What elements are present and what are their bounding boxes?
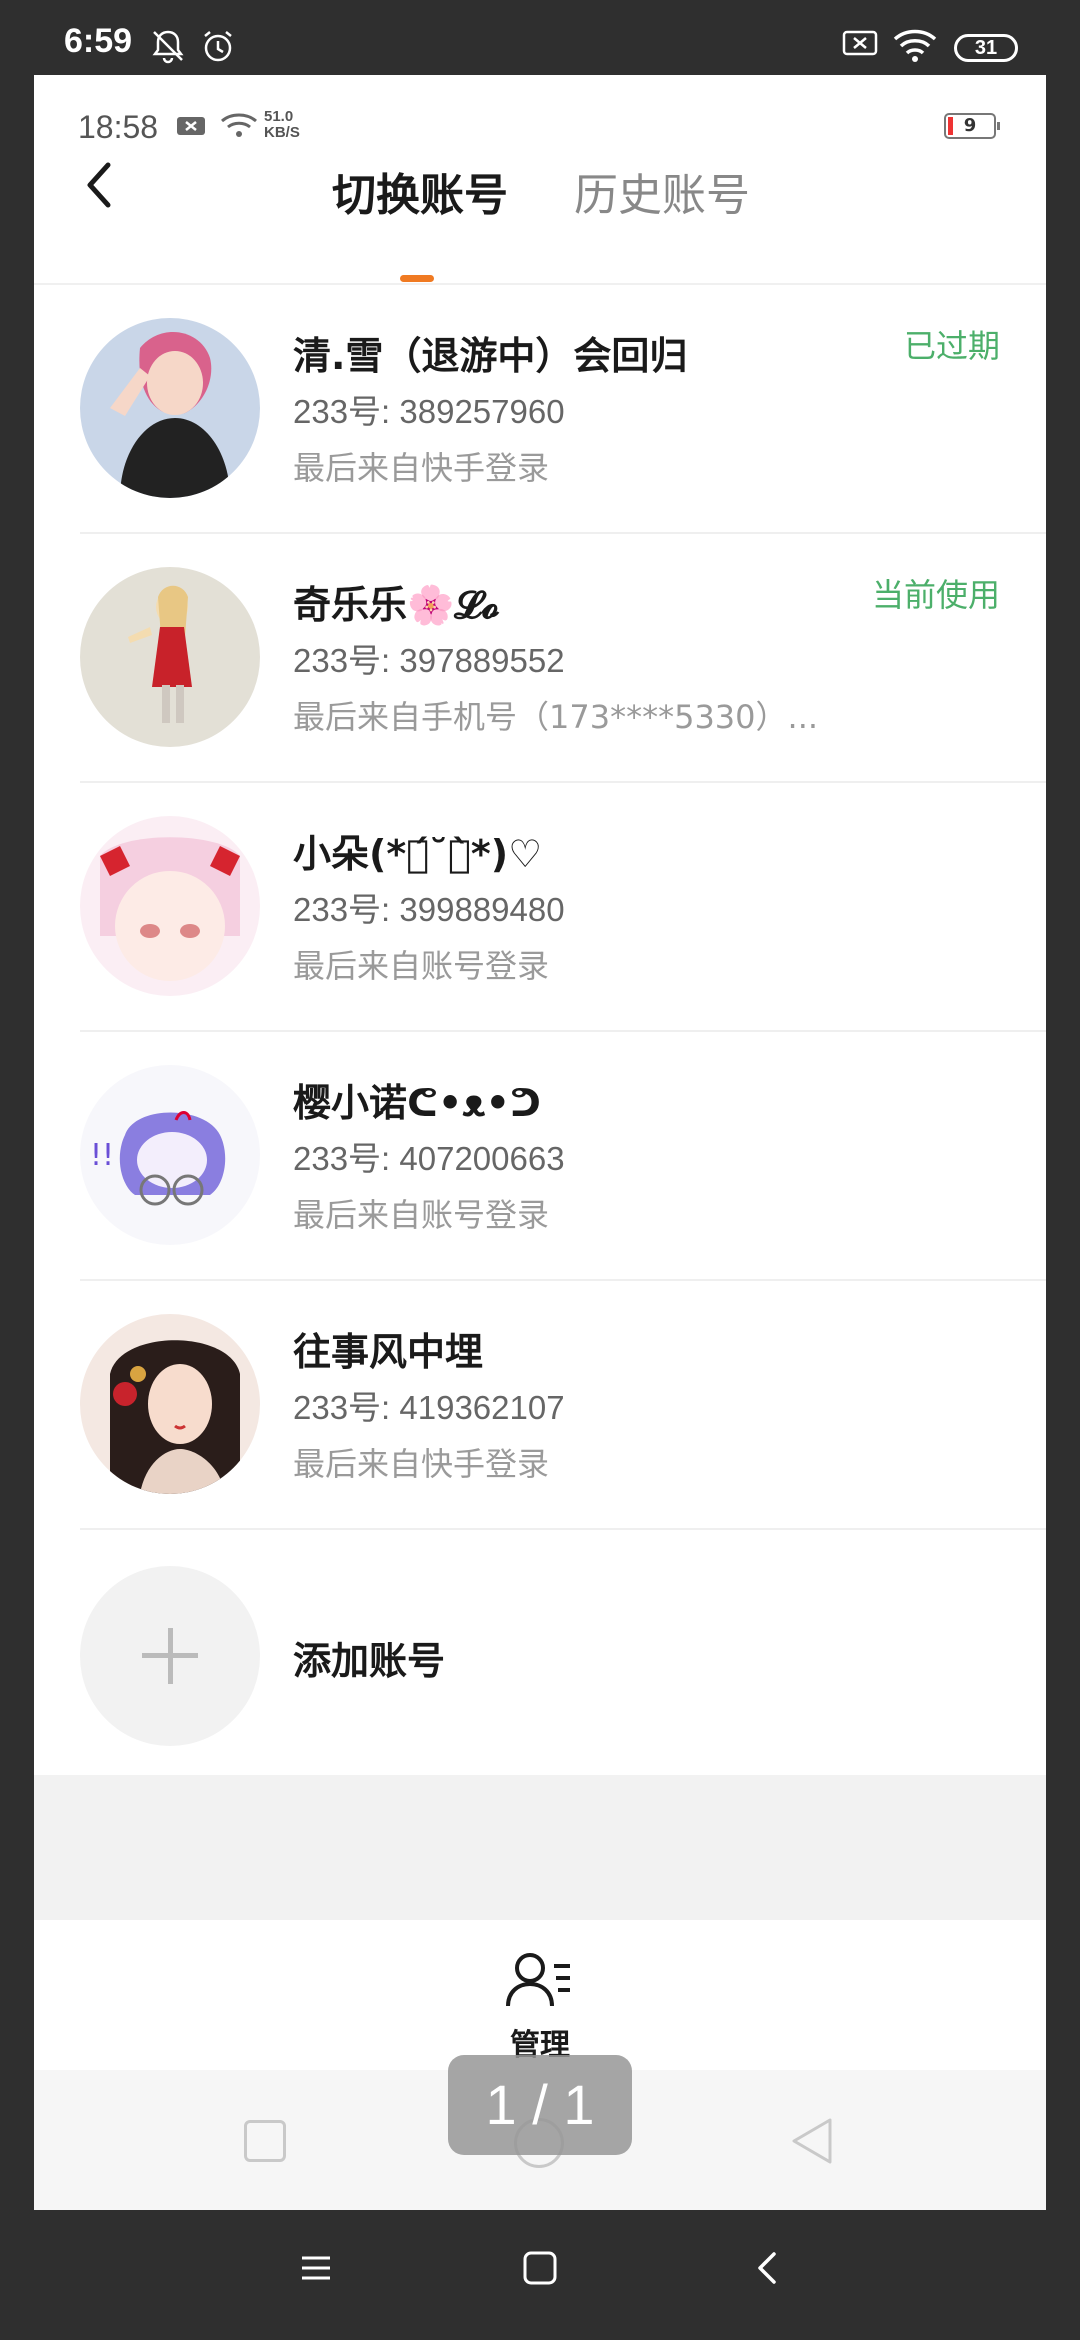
- account-login-source: 最后来自账号登录: [293, 1196, 550, 1234]
- spacer: [34, 1775, 1046, 1920]
- avatar: [80, 318, 260, 498]
- account-id: 233号: 397889552: [293, 642, 565, 679]
- tab-header: [34, 185, 1046, 285]
- home-square-icon[interactable]: [520, 2248, 560, 2288]
- account-item[interactable]: 清.雪（退游中）会回归 233号: 389257960 最后来自快手登录 已过期: [34, 285, 1046, 534]
- bottom-action-bar: 管理: [34, 1920, 1046, 2070]
- outer-clock: 6:59: [64, 22, 133, 60]
- account-name: 奇乐乐🌸𝓛𝓸: [293, 583, 500, 627]
- add-account-label: 添加账号: [293, 1639, 446, 1683]
- back-triangle-icon[interactable]: [790, 2116, 834, 2166]
- alarm-icon: [204, 31, 232, 62]
- account-login-source: 最后来自手机号（173****5330）...: [293, 698, 819, 736]
- inner-battery-indicator: 9: [944, 113, 1000, 139]
- status-badge: 当前使用: [871, 576, 1000, 614]
- inner-status-bar: 18:58 51.0 KB/S 9: [34, 75, 1046, 155]
- wifi-icon: [221, 113, 257, 137]
- svg-text:!!: !!: [90, 1138, 114, 1173]
- add-account-button[interactable]: 添加账号: [34, 1530, 1046, 1780]
- back-chevron-icon[interactable]: [748, 2248, 788, 2288]
- page-indicator: 1 / 1: [448, 2055, 632, 2155]
- account-list: 清.雪（退游中）会回归 233号: 389257960 最后来自快手登录 已过期…: [34, 285, 1046, 1780]
- status-badge: 已过期: [903, 327, 1000, 365]
- account-name: 往事风中埋: [293, 1330, 484, 1374]
- account-id: 233号: 419362107: [293, 1389, 565, 1426]
- recent-apps-icon[interactable]: [244, 2120, 286, 2162]
- account-item[interactable]: 奇乐乐🌸𝓛𝓸 233号: 397889552 最后来自手机号（173****53…: [34, 534, 1046, 783]
- user-manage-icon: [506, 1953, 570, 2007]
- menu-icon[interactable]: [296, 2248, 336, 2288]
- avatar: [80, 567, 260, 747]
- active-tab-indicator: [400, 275, 434, 282]
- avatar: [80, 816, 260, 996]
- account-name: 樱小诺ᕦ•ᴥ•ᕤ: [293, 1081, 541, 1125]
- account-item[interactable]: !! 樱小诺ᕦ•ᴥ•ᕤ 233号: 407200663 最后来自账号登录: [34, 1032, 1046, 1281]
- account-name: 小朵(*ฅ́˘ฅ̀*)♡: [293, 832, 543, 876]
- avatar: !!: [80, 1065, 260, 1245]
- account-item[interactable]: 往事风中埋 233号: 419362107 最后来自快手登录: [34, 1281, 1046, 1530]
- account-item[interactable]: 小朵(*ฅ́˘ฅ̀*)♡ 233号: 399889480 最后来自账号登录: [34, 783, 1046, 1032]
- bell-muted-icon: [152, 30, 184, 64]
- tab-history-account[interactable]: 历史账号: [574, 159, 750, 223]
- account-login-source: 最后来自快手登录: [293, 1445, 550, 1483]
- system-navigation-bar: [0, 2210, 1080, 2340]
- account-id: 233号: 407200663: [293, 1140, 565, 1177]
- outer-status-bar: 6:59 31: [0, 0, 1080, 75]
- wifi-icon: [893, 29, 937, 62]
- outer-battery-indicator: 31: [954, 34, 1018, 62]
- account-login-source: 最后来自快手登录: [293, 449, 550, 487]
- sim-error-icon: [842, 30, 878, 56]
- tab-switch-account[interactable]: 切换账号: [332, 159, 508, 223]
- account-id: 233号: 389257960: [293, 393, 565, 430]
- plus-icon: [80, 1566, 260, 1746]
- account-id: 233号: 399889480: [293, 891, 565, 928]
- account-name: 清.雪（退游中）会回归: [293, 334, 688, 378]
- inner-clock: 18:58: [78, 109, 159, 145]
- network-speed: 51.0 KB/S: [264, 108, 300, 141]
- sim-error-icon: [177, 117, 205, 135]
- app-screen: 18:58 51.0 KB/S 9 切换账号 历史账号 清.雪（退游中）会回归 …: [34, 75, 1046, 2210]
- account-login-source: 最后来自账号登录: [293, 947, 550, 985]
- avatar: [80, 1314, 260, 1494]
